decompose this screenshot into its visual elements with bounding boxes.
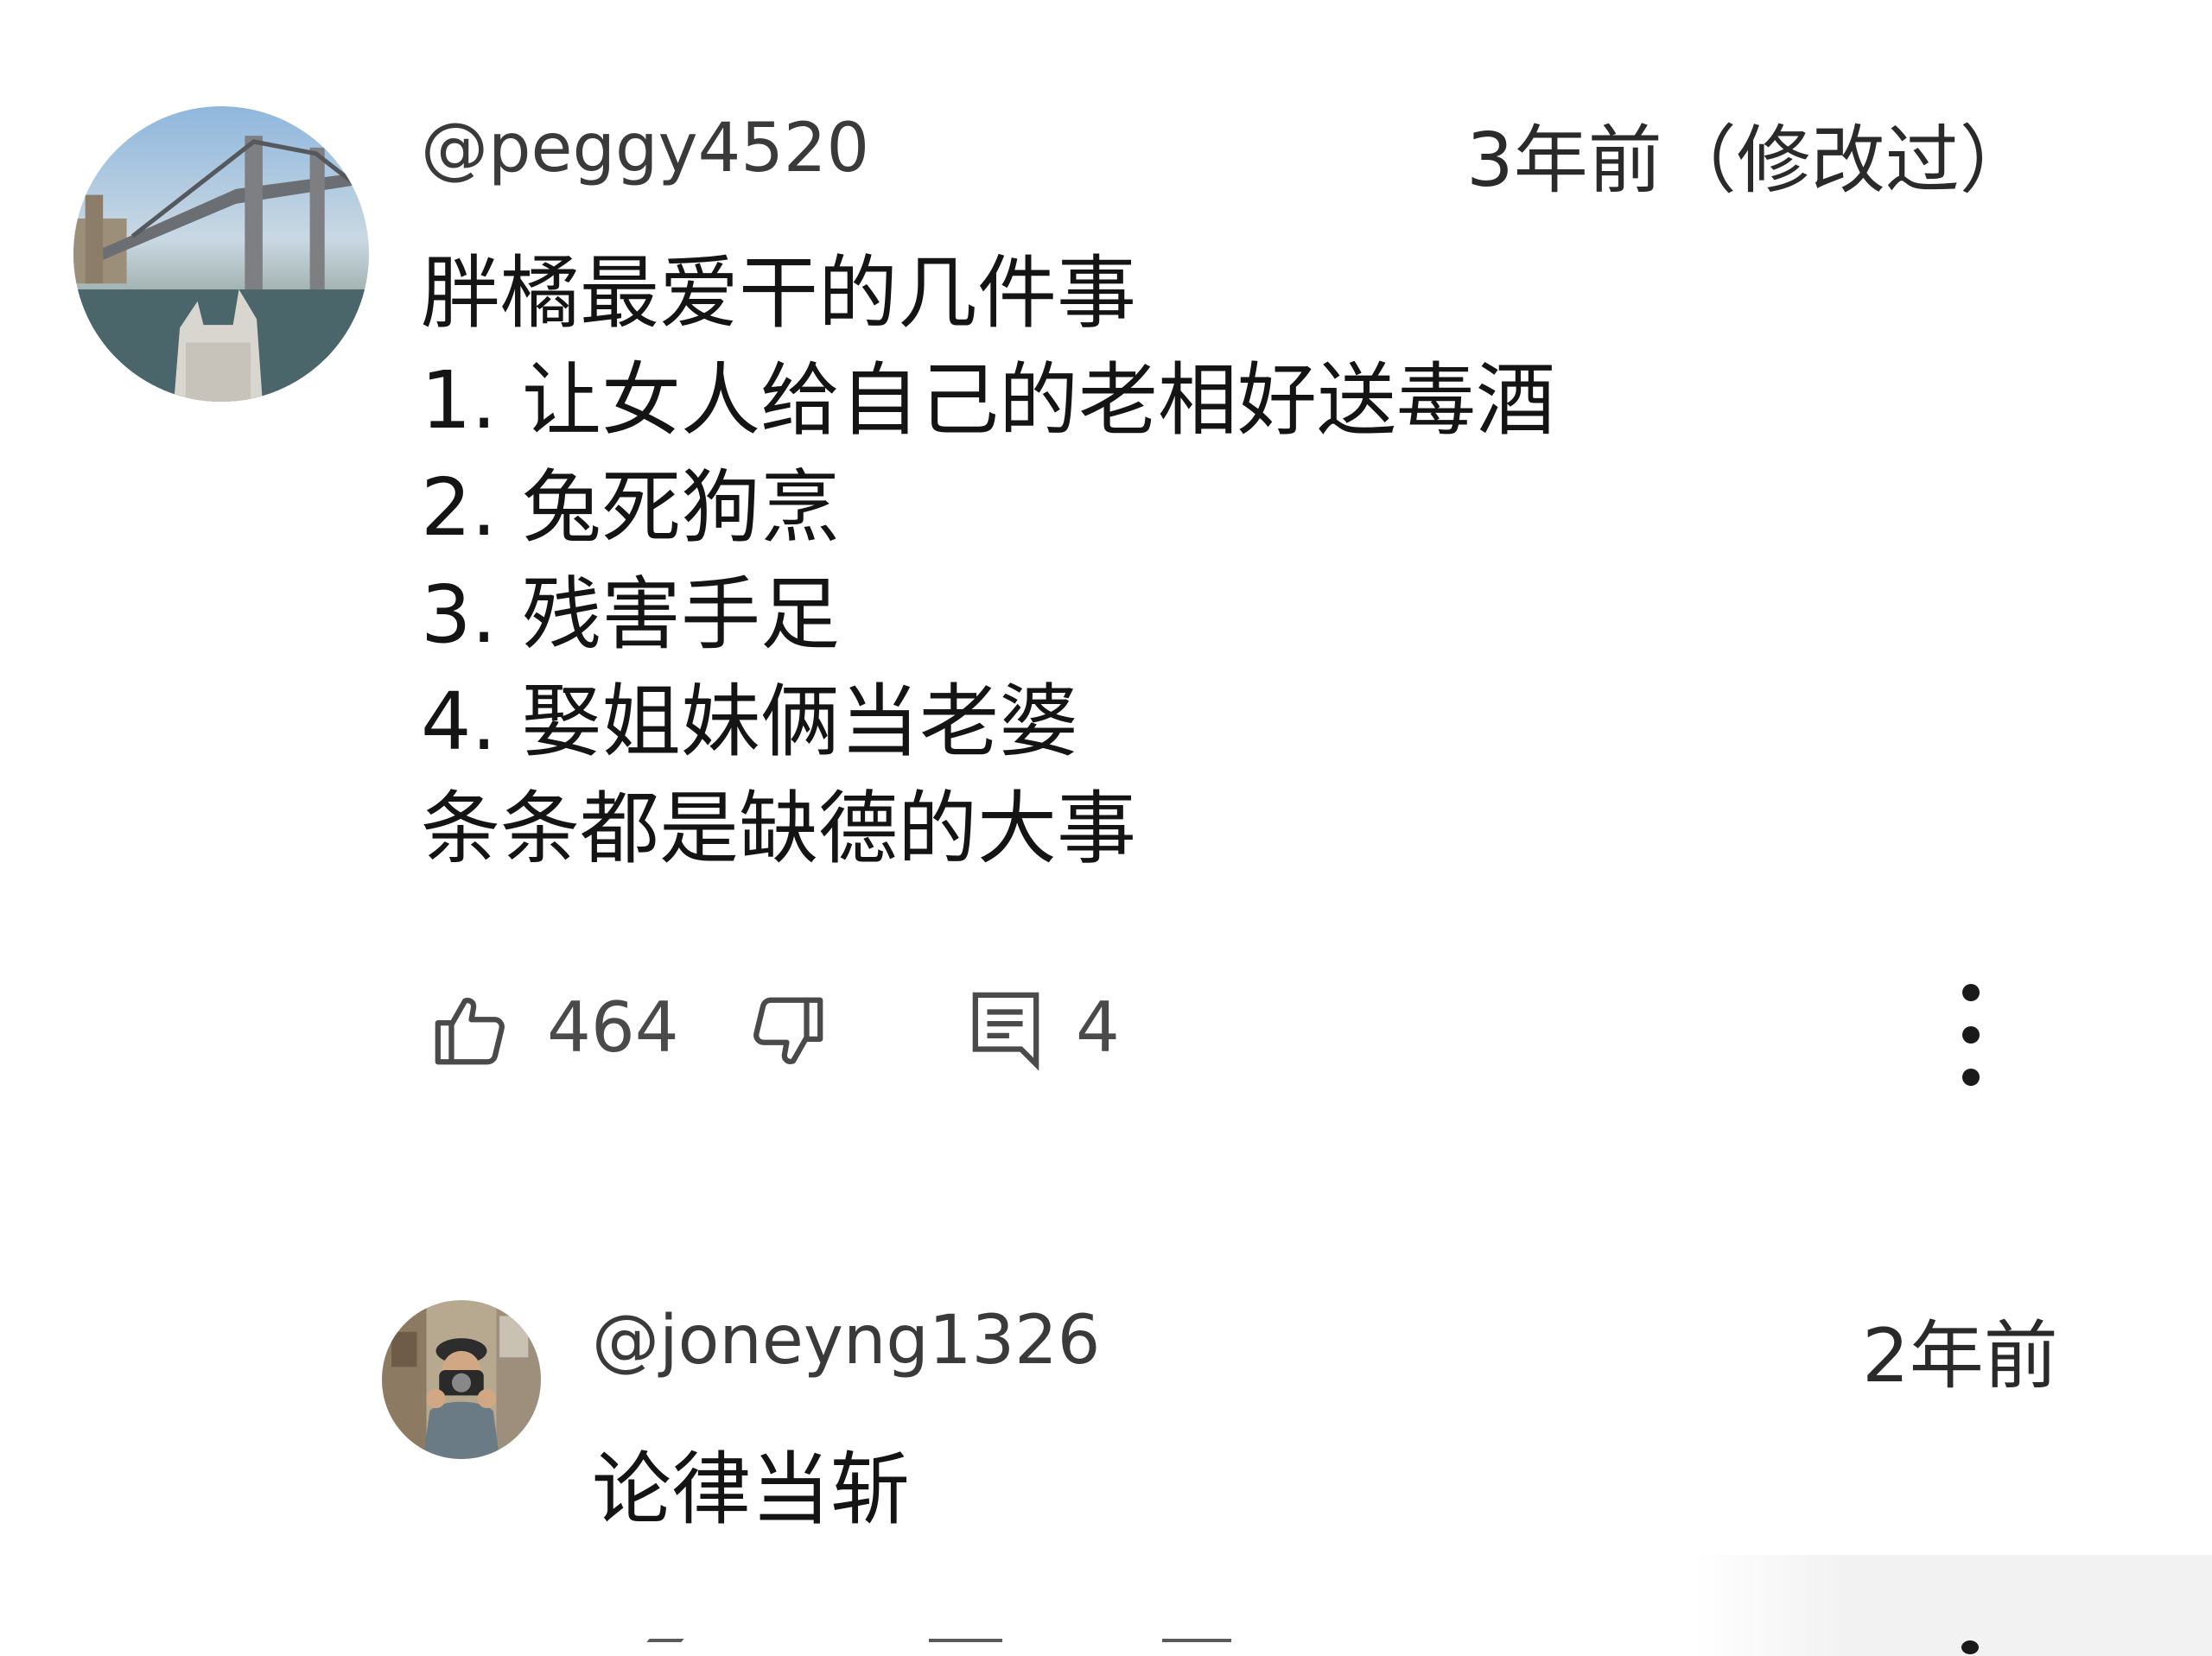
reply-comment-icon[interactable] xyxy=(1162,1639,1231,1642)
thumbs-down-icon xyxy=(753,997,823,1064)
like-count: 464 xyxy=(547,987,679,1068)
comment-author[interactable]: @peggy4520 xyxy=(421,115,869,182)
comment-line: 1. 让女人给自己的老相好送毒酒 xyxy=(421,354,1556,447)
reply-like-icon[interactable] xyxy=(646,1639,684,1642)
reply-dislike-icon[interactable] xyxy=(929,1639,1002,1642)
reply-count: 4 xyxy=(1076,987,1120,1068)
comment-icon xyxy=(972,992,1039,1070)
thumbs-up-icon xyxy=(435,998,505,1065)
comment-timestamp[interactable]: 3年前（修改过） xyxy=(1466,124,2034,198)
reply-button[interactable] xyxy=(969,987,1043,1070)
comment-body: 胖橘最爱干的几件事 1. 让女人给自己的老相好送毒酒 2. 兔死狗烹 3. 残害… xyxy=(421,240,1890,883)
comment-line: 胖橘最爱干的几件事 xyxy=(421,247,1137,339)
dislike-button[interactable] xyxy=(747,992,829,1073)
like-button[interactable] xyxy=(429,989,511,1070)
comment-line: 3. 残害手足 xyxy=(421,568,841,661)
comment-thread: @peggy4520 3年前（修改过） 胖橘最爱干的几件事 1. 让女人给自己的… xyxy=(0,0,2212,1656)
reply-author[interactable]: @joneyng1326 xyxy=(592,1307,1100,1374)
comment-line: 条条都是缺德的大事 xyxy=(421,783,1137,875)
reply-action-bar xyxy=(0,1637,2212,1656)
more-options-button[interactable] xyxy=(1949,978,1993,1092)
reply-body: 论律当斩 xyxy=(592,1443,911,1536)
commenter-avatar[interactable] xyxy=(73,106,369,402)
reply-timestamp[interactable]: 2年前 xyxy=(1862,1319,2058,1393)
reply-more-icon[interactable] xyxy=(1961,1640,1979,1654)
comment-line: 2. 兔死狗烹 xyxy=(421,461,841,554)
comment-line: 4. 娶姐妹俩当老婆 xyxy=(421,676,1079,768)
more-vertical-icon xyxy=(1962,984,1980,1086)
reply-author-avatar[interactable] xyxy=(382,1300,541,1459)
